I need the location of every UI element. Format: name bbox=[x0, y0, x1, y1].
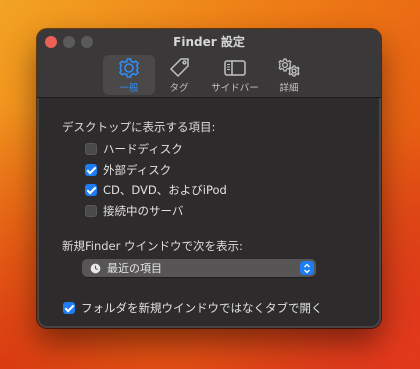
checkbox-external-disks[interactable]: 外部ディスク bbox=[85, 162, 171, 178]
window-title: Finder 設定 bbox=[173, 35, 245, 49]
new-window-target-value: 最近の項目 bbox=[107, 262, 162, 275]
gears-icon bbox=[278, 58, 300, 77]
cds-dvds-ipods-label: CD、DVD、およびiPod bbox=[103, 183, 227, 197]
tab-advanced-label: 詳細 bbox=[279, 83, 299, 94]
tag-icon bbox=[169, 58, 189, 78]
sidebar-icon bbox=[224, 60, 246, 76]
hard-disks-checkbox[interactable] bbox=[85, 143, 97, 155]
tab-tags[interactable]: タグ bbox=[153, 55, 205, 95]
tab-general[interactable]: 一般 bbox=[103, 55, 155, 95]
titlebar: Finder 設定 一般 タグ サイドバー 詳細 bbox=[37, 29, 381, 98]
open-in-tabs-label: フォルダを新規ウインドウではなくタブで開く bbox=[81, 301, 323, 315]
select-arrows-icon bbox=[300, 261, 314, 275]
tab-sidebar-label: サイドバー bbox=[211, 83, 259, 94]
desktop-section-title: デスクトップに表示する項目: bbox=[62, 120, 216, 134]
finder-settings-window: Finder 設定 一般 タグ サイドバー 詳細 デスクトップに表示する項目: … bbox=[37, 29, 381, 328]
checkbox-open-in-tabs[interactable]: フォルダを新規ウインドウではなくタブで開く bbox=[63, 300, 323, 316]
external-disks-label: 外部ディスク bbox=[103, 163, 172, 177]
clock-icon bbox=[90, 263, 101, 273]
connected-servers-checkbox[interactable] bbox=[85, 205, 97, 217]
checkbox-connected-servers[interactable]: 接続中のサーバ bbox=[85, 203, 183, 219]
external-disks-checkbox[interactable] bbox=[85, 164, 97, 176]
connected-servers-label: 接続中のサーバ bbox=[103, 204, 184, 218]
tab-sidebar[interactable]: サイドバー bbox=[207, 55, 263, 95]
settings-content: デスクトップに表示する項目: ハードディスク 外部ディスク CD、DVD、および… bbox=[37, 99, 381, 328]
hard-disks-label: ハードディスク bbox=[103, 142, 183, 156]
cds-dvds-ipods-checkbox[interactable] bbox=[85, 184, 97, 196]
tab-general-label: 一般 bbox=[119, 83, 139, 94]
new-window-section-title: 新規Finder ウインドウで次を表示: bbox=[62, 239, 243, 253]
gear-icon bbox=[119, 58, 139, 78]
tab-advanced[interactable]: 詳細 bbox=[263, 55, 315, 95]
open-in-tabs-checkbox[interactable] bbox=[63, 302, 75, 314]
new-window-target-select[interactable]: 最近の項目 bbox=[82, 259, 316, 277]
checkbox-cds-dvds-ipods[interactable]: CD、DVD、およびiPod bbox=[85, 182, 227, 198]
toolbar-tabs: 一般 タグ サイドバー 詳細 bbox=[37, 53, 381, 97]
checkbox-hard-disks[interactable]: ハードディスク bbox=[85, 141, 183, 157]
tab-tags-label: タグ bbox=[169, 83, 189, 94]
